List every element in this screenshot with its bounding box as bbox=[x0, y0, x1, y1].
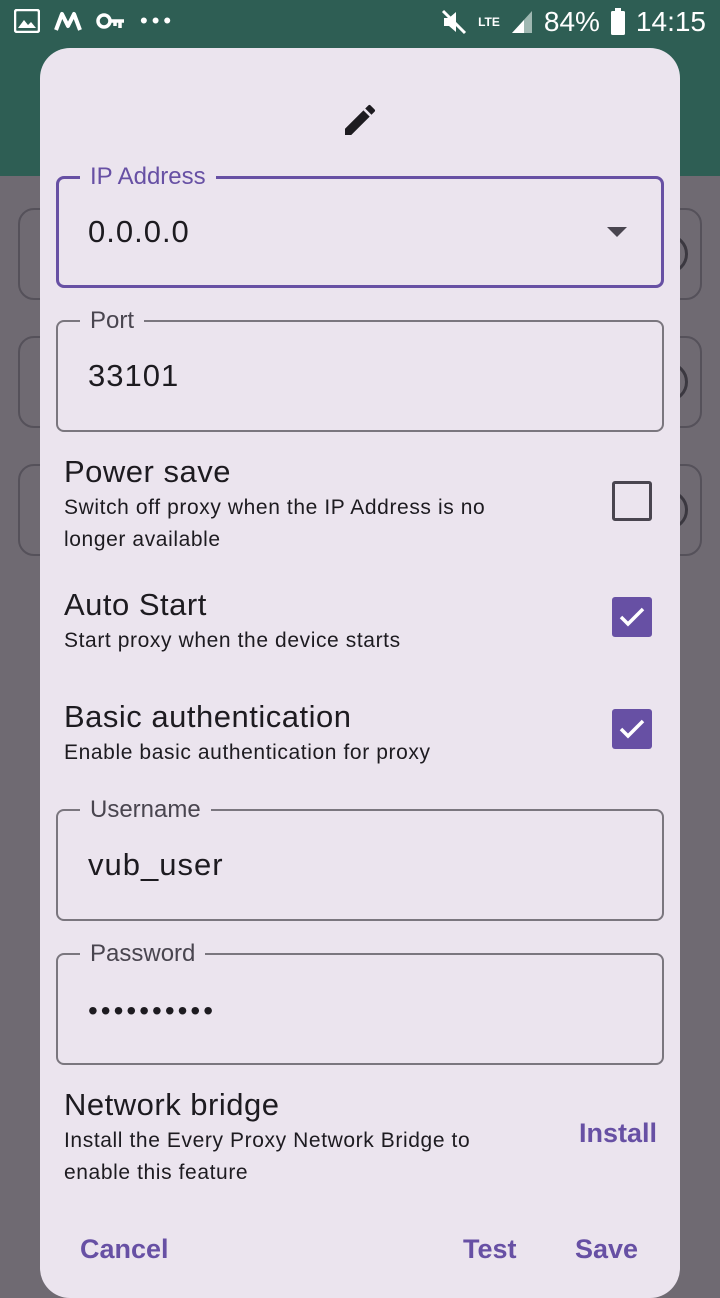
dropdown-arrow-icon[interactable] bbox=[607, 227, 627, 237]
port-value: 33101 bbox=[88, 358, 180, 393]
password-value: •••••••••• bbox=[88, 995, 217, 1026]
checkmark-icon bbox=[619, 607, 645, 627]
power-save-checkbox[interactable] bbox=[612, 481, 652, 521]
username-label: Username bbox=[80, 795, 211, 825]
save-button[interactable]: Save bbox=[575, 1234, 638, 1265]
username-field[interactable]: Username vub_user bbox=[56, 795, 664, 921]
install-button[interactable]: Install bbox=[579, 1118, 657, 1149]
password-field[interactable]: Password •••••••••• bbox=[56, 939, 664, 1065]
network-bridge-title: Network bridge bbox=[64, 1087, 280, 1122]
ip-address-label: IP Address bbox=[80, 162, 216, 192]
battery-percentage: 84% bbox=[543, 6, 600, 37]
basic-auth-title: Basic authentication bbox=[64, 699, 352, 734]
basic-auth-checkbox[interactable] bbox=[612, 709, 652, 749]
cancel-button[interactable]: Cancel bbox=[80, 1234, 169, 1265]
auto-start-checkbox[interactable] bbox=[612, 597, 652, 637]
mute-icon bbox=[442, 9, 467, 35]
pencil-icon bbox=[345, 104, 376, 135]
username-value: vub_user bbox=[88, 847, 224, 882]
ip-address-dropdown[interactable]: IP Address 0.0.0.0 bbox=[56, 162, 664, 288]
port-field[interactable]: Port 33101 bbox=[56, 306, 664, 432]
clock: 14:15 bbox=[635, 6, 706, 37]
auto-start-description: Start proxy when the device starts bbox=[64, 629, 401, 652]
test-button[interactable]: Test bbox=[463, 1234, 517, 1265]
image-icon bbox=[14, 9, 40, 33]
proxy-settings-dialog: IP Address 0.0.0.0 Port 33101 Power save… bbox=[40, 48, 680, 1298]
app-logo-icon bbox=[54, 12, 82, 31]
basic-auth-description: Enable basic authentication for proxy bbox=[64, 741, 431, 764]
battery-icon bbox=[610, 8, 625, 35]
ip-address-value: 0.0.0.0 bbox=[88, 214, 190, 249]
power-save-title: Power save bbox=[64, 454, 231, 489]
auto-start-title: Auto Start bbox=[64, 587, 207, 622]
power-save-description: Switch off proxy when the IP Address is … bbox=[64, 496, 486, 551]
password-label: Password bbox=[80, 939, 206, 969]
port-label: Port bbox=[80, 306, 145, 336]
signal-icon bbox=[511, 11, 532, 33]
lte-indicator: LTE bbox=[478, 15, 500, 29]
more-notifications-icon: ••• bbox=[140, 8, 176, 33]
network-bridge-description: Install the Every Proxy Network Bridge t… bbox=[64, 1129, 471, 1184]
status-bar: ••• LTE 84% 14:15 bbox=[0, 0, 720, 48]
checkmark-icon bbox=[619, 719, 645, 739]
key-icon bbox=[96, 13, 124, 29]
